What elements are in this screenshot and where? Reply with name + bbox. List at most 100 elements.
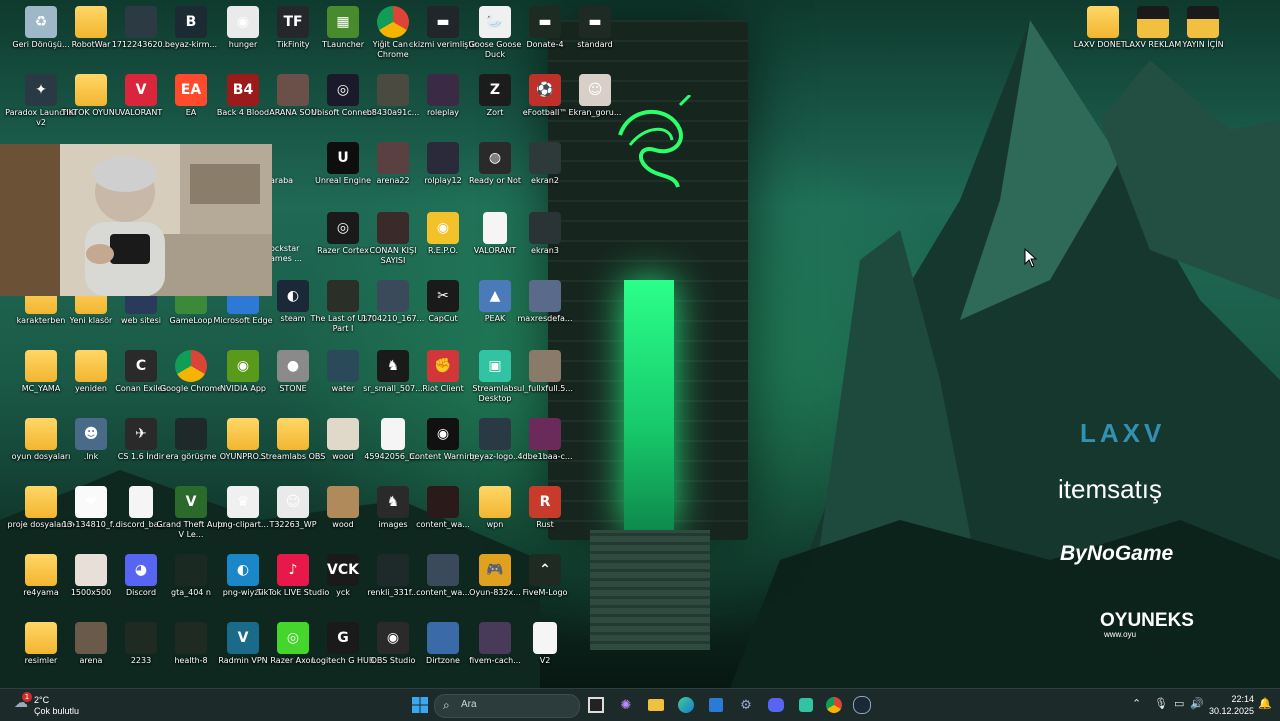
edge-button[interactable] <box>674 693 698 717</box>
app-icon: G <box>327 622 359 654</box>
network-icon[interactable]: ▭ <box>1174 697 1184 710</box>
chevron-up-icon[interactable]: ⌃ <box>1132 697 1141 710</box>
stone-stairs <box>590 530 710 650</box>
folder-icon <box>479 486 511 518</box>
desktop-icon[interactable]: ul_fullxfull.5... <box>510 348 580 412</box>
steam-button[interactable] <box>850 693 874 717</box>
folder-icon <box>1137 6 1169 38</box>
desktop-icon-label: ekran2 <box>531 176 559 185</box>
glowing-doorway <box>624 280 674 530</box>
streamlabs-button[interactable] <box>794 693 818 717</box>
app-icon <box>327 486 359 518</box>
app-icon <box>327 350 359 382</box>
app-icon: ◉ <box>427 212 459 244</box>
app-icon: ▦ <box>327 6 359 38</box>
search-icon: ⌕ <box>443 698 450 712</box>
chrome-icon <box>175 350 207 382</box>
taskbar-search[interactable]: ⌕ Ara <box>434 694 580 718</box>
discord-button[interactable] <box>764 693 788 717</box>
desktop-icon-label: standard <box>577 40 613 49</box>
app-icon: V <box>175 486 207 518</box>
app-icon: ◉ <box>377 622 409 654</box>
app-icon: U <box>327 142 359 174</box>
app-icon: TF <box>277 6 309 38</box>
desktop-icon[interactable]: ▬ standard <box>560 4 630 68</box>
desktop-icon[interactable]: R Rust <box>510 484 580 548</box>
start-button[interactable] <box>408 693 432 717</box>
document-icon <box>483 212 507 244</box>
app-icon: ◎ <box>327 74 359 106</box>
app-icon: 🦢 <box>479 6 511 38</box>
copilot-icon: ✺ <box>620 697 632 713</box>
folder-icon <box>75 6 107 38</box>
app-icon <box>125 6 157 38</box>
app-icon: C <box>125 350 157 382</box>
store-icon <box>709 698 723 712</box>
app-icon: B4 <box>227 74 259 106</box>
app-icon: ✂ <box>427 280 459 312</box>
desktop-icon[interactable]: maxresdefa... <box>510 278 580 342</box>
app-icon: ◉ <box>227 350 259 382</box>
desktop-icon[interactable]: ekran3 <box>510 210 580 274</box>
app-icon <box>75 622 107 654</box>
app-icon <box>479 622 511 654</box>
app-icon <box>427 486 459 518</box>
app-icon <box>377 212 409 244</box>
app-icon: ▬ <box>529 6 561 38</box>
app-icon: ☻ <box>75 418 107 450</box>
desktop-icon[interactable]: 4dbe1baa-c... <box>510 416 580 480</box>
settings-button[interactable]: ⚙ <box>734 693 758 717</box>
mouse-cursor-icon <box>1024 248 1038 268</box>
app-icon: Z <box>479 74 511 106</box>
app-icon: ◕ <box>125 554 157 586</box>
clock-date: 30.12.2025 <box>1208 706 1254 716</box>
desktop-icon[interactable]: V2 <box>510 620 580 684</box>
file-explorer-button[interactable] <box>644 693 668 717</box>
desktop-icon-label: ul_fullxfull.5... <box>517 384 573 393</box>
desktop-icon[interactable]: ☺ Ekran_goru... <box>560 72 630 136</box>
desktop-icon[interactable]: YAYIN İÇİN <box>1168 4 1238 68</box>
folder-icon <box>25 350 57 382</box>
app-icon: ✊ <box>427 350 459 382</box>
app-icon: ⌃ <box>529 554 561 586</box>
copilot-button[interactable]: ✺ <box>614 693 638 717</box>
notification-bell-icon[interactable]: 🔔 <box>1258 697 1272 710</box>
app-icon <box>377 142 409 174</box>
chrome-icon <box>377 6 409 38</box>
store-button[interactable] <box>704 693 728 717</box>
app-icon: ♛ <box>227 486 259 518</box>
system-clock[interactable]: 22:14 30.12.2025 <box>1209 693 1254 717</box>
microphone-icon[interactable]: 🎙 <box>1154 697 1168 710</box>
task-view-button[interactable] <box>584 693 608 717</box>
windows-logo-icon <box>412 697 428 713</box>
desktop-icon[interactable]: ekran2 <box>510 140 580 204</box>
app-icon <box>479 418 511 450</box>
document-icon <box>129 486 153 518</box>
steam-icon <box>853 696 871 714</box>
desktop-icon-label: 4dbe1baa-c... <box>517 452 573 461</box>
folder-icon <box>648 699 664 711</box>
app-icon: ▬ <box>579 6 611 38</box>
task-view-icon <box>588 697 604 713</box>
app-icon <box>427 554 459 586</box>
weather-temp: 2°C <box>34 695 50 705</box>
oyuneks-subtext: www.oyu <box>1104 630 1137 639</box>
app-icon <box>175 418 207 450</box>
app-icon: ◍ <box>479 142 511 174</box>
app-icon: ♞ <box>377 350 409 382</box>
app-icon: ◎ <box>277 622 309 654</box>
recycle-bin-icon: ♻ <box>25 6 57 38</box>
streamlabs-icon <box>799 698 813 712</box>
volume-icon[interactable]: 🔊 <box>1190 697 1204 710</box>
app-icon: ◉ <box>427 418 459 450</box>
desktop-icon-label: V2 <box>539 656 551 665</box>
app-icon <box>175 622 207 654</box>
edge-icon <box>678 697 694 713</box>
app-icon <box>529 418 561 450</box>
app-icon: V <box>227 622 259 654</box>
desktop-icon[interactable]: ⌃ FiveM-Logo <box>510 552 580 616</box>
discord-icon <box>768 698 784 712</box>
app-icon <box>327 280 359 312</box>
folder-icon <box>277 418 309 450</box>
chrome-button[interactable] <box>822 693 846 717</box>
